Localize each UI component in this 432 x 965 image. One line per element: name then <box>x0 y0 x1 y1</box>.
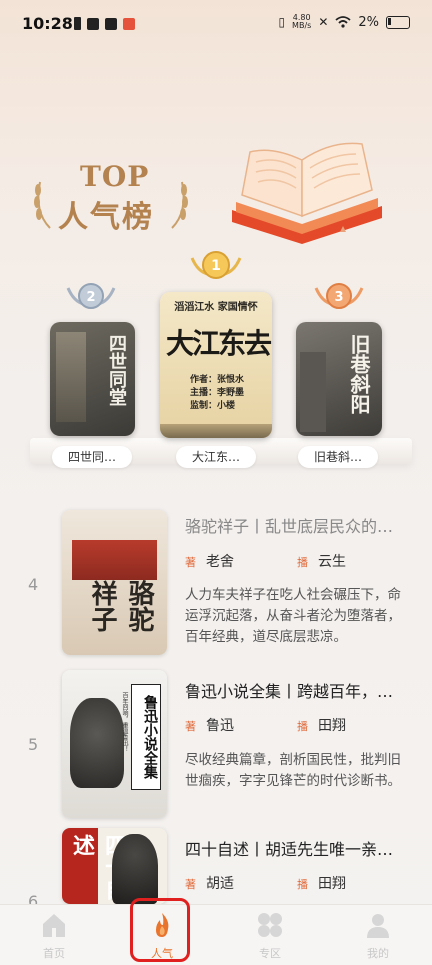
book-meta: 著鲁迅 播田翔 <box>185 715 410 735</box>
tiktok-icon <box>105 17 117 30</box>
book-cover[interactable]: 骆驼祥子 <box>62 510 167 655</box>
active-tab-highlight <box>130 898 190 962</box>
cover-first-title: 大江东去 <box>166 327 272 360</box>
author-tag: 著 <box>185 556 196 569</box>
book-cover[interactable]: 四十自述 <box>62 828 167 904</box>
tab-label: 我的 <box>367 947 389 960</box>
rank-number: 4 <box>28 575 39 594</box>
battery-icon <box>386 15 410 29</box>
home-icon <box>43 914 65 937</box>
author-tag: 著 <box>185 878 196 891</box>
notification-icons <box>74 17 135 30</box>
narrator-name: 田翔 <box>318 718 346 734</box>
open-book-illustration <box>232 142 382 244</box>
cover-title: 鲁迅小说全集 <box>131 684 161 790</box>
book-title[interactable]: 骆驼祥子丨乱世底层民众的… <box>185 513 410 537</box>
book-title-second[interactable]: 四世同… <box>52 446 132 468</box>
svg-text:3: 3 <box>334 290 343 305</box>
tab-mine[interactable]: 我的 <box>324 905 432 965</box>
tab-zone[interactable]: 专区 <box>216 905 324 965</box>
cover-first-credits: 作者：张恨水 主播：李野墨 监制：小楼 <box>190 375 245 411</box>
book-cover-third[interactable]: 旧巷斜阳 <box>296 322 382 436</box>
narrator-tag: 播 <box>297 720 308 733</box>
bronze-medal-icon: 3 <box>314 283 364 309</box>
cover-portrait-art <box>70 698 124 788</box>
narrator-tag: 播 <box>297 556 308 569</box>
svg-text:2: 2 <box>86 290 95 305</box>
ranking-header: TOP 人气榜 <box>0 140 432 260</box>
user-icon <box>367 914 389 938</box>
cover-portrait-art <box>112 834 158 904</box>
author-tag: 著 <box>185 720 196 733</box>
top-label: TOP <box>80 160 150 193</box>
book-title-third[interactable]: 旧巷斜… <box>298 446 378 468</box>
cover-third-title: 旧巷斜阳 <box>347 334 371 414</box>
bottom-tab-bar: 首页 人气 专区 我的 <box>0 904 432 965</box>
book-cover[interactable]: 鲁迅小说全集 百年回响，重温鲁迅！ <box>62 670 167 818</box>
cover-second-title: 四世同堂 <box>106 334 127 406</box>
sim-icon <box>74 17 81 30</box>
book-title-first[interactable]: 大江东… <box>176 446 256 468</box>
author-name: 老舍 <box>206 554 234 570</box>
wifi-icon <box>335 16 351 28</box>
laurel-left-icon <box>34 181 51 229</box>
tab-home[interactable]: 首页 <box>0 905 108 965</box>
cover-title: 骆驼祥子 <box>87 580 154 632</box>
cover-gate-art <box>72 540 157 580</box>
top-three-podium: 2 四世同堂 四世同… 1 滔滔江水 家国情怀 大江东去 作者：张恨水 主播：李… <box>0 250 432 480</box>
laurel-right-icon <box>171 181 188 229</box>
status-bar: 10:28 ▯ 4.80 MB/s ✕ 2% <box>0 0 432 50</box>
gold-medal-icon: 1 <box>190 251 242 279</box>
grid-icon <box>258 913 282 937</box>
author-name: 鲁迅 <box>206 718 234 734</box>
cover-street-art <box>56 332 86 422</box>
narrator-name: 云生 <box>318 554 346 570</box>
narrator-tag: 播 <box>297 878 308 891</box>
cover-building-art <box>300 352 326 432</box>
book-cover-first[interactable]: 滔滔江水 家国情怀 大江东去 作者：张恨水 主播：李野墨 监制：小楼 <box>160 292 272 438</box>
book-meta: 著胡适 播田翔 <box>185 873 410 893</box>
rank-number: 5 <box>28 735 39 754</box>
book-description: 尽收经典篇章，剖析国民性，批判旧世痼疾，字字见锋芒的时代诊断书。 <box>185 752 401 789</box>
cover-first-city-art <box>160 424 272 438</box>
book-title[interactable]: 四十自述丨胡适先生唯一亲… <box>185 836 410 860</box>
cover-first-slogan: 滔滔江水 家国情怀 <box>174 302 258 313</box>
ranking-title: 人气榜 <box>58 200 154 235</box>
cover-subtitle: 百年回响，重温鲁迅！ <box>121 692 128 752</box>
book-cover-second[interactable]: 四世同堂 <box>50 322 135 436</box>
silver-medal-icon: 2 <box>66 283 116 309</box>
book-description: 人力车夫祥子在吃人社会碾压下，命运浮沉起落，从奋斗者沦为堕落者，百年经典，道尽底… <box>185 587 401 645</box>
tab-label: 专区 <box>259 947 281 960</box>
author-name: 胡适 <box>206 876 234 892</box>
status-time: 10:28 <box>22 14 73 33</box>
svg-text:1: 1 <box>211 258 221 274</box>
book-title[interactable]: 鲁迅小说全集丨跨越百年，… <box>185 678 410 702</box>
narrator-name: 田翔 <box>318 876 346 892</box>
network-speed: 4.80 MB/s <box>292 13 312 30</box>
vibrate-icon: ▯ <box>278 15 286 29</box>
status-right: ▯ 4.80 MB/s ✕ 2% <box>278 14 410 30</box>
tab-label: 首页 <box>43 947 65 960</box>
mail-icon <box>87 17 99 30</box>
app-notification-icon <box>123 17 135 30</box>
book-meta: 著老舍 播云生 <box>185 551 410 571</box>
battery-text: 2% <box>358 14 379 30</box>
mute-icon: ✕ <box>318 15 329 29</box>
